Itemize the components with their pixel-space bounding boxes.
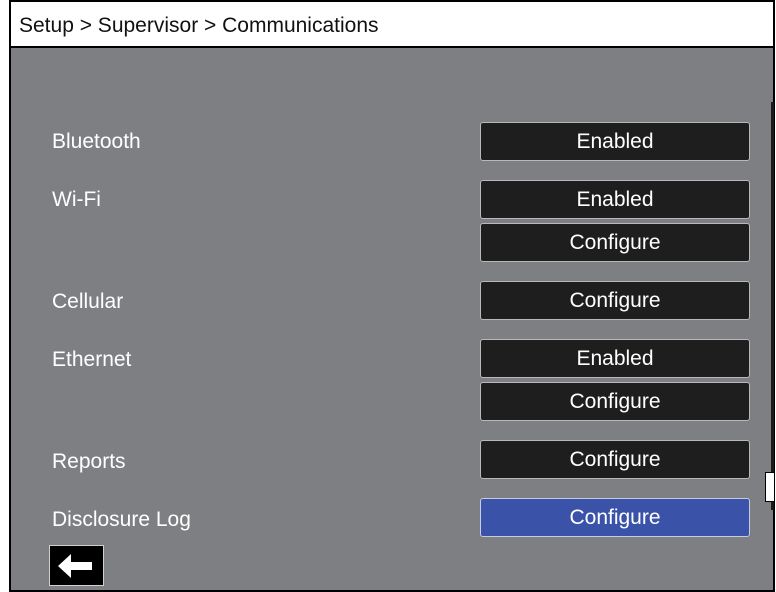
reports-label: Reports bbox=[52, 450, 126, 473]
cellular-configure-button[interactable]: Configure bbox=[480, 281, 750, 320]
wifi-enabled-button[interactable]: Enabled bbox=[480, 180, 750, 219]
wifi-label: Wi-Fi bbox=[52, 188, 101, 211]
reports-configure-button[interactable]: Configure bbox=[480, 440, 750, 479]
cellular-label: Cellular bbox=[52, 290, 124, 313]
bluetooth-label: Bluetooth bbox=[52, 130, 141, 153]
disclosure-log-configure-button[interactable]: Configure bbox=[480, 498, 750, 537]
title-bar: Setup > Supervisor > Communications bbox=[11, 2, 773, 48]
disclosure-log-label: Disclosure Log bbox=[52, 508, 191, 531]
back-button[interactable] bbox=[49, 545, 104, 586]
breadcrumb: Setup > Supervisor > Communications bbox=[19, 14, 379, 37]
arrow-left-icon bbox=[58, 554, 92, 578]
ethernet-label: Ethernet bbox=[52, 348, 132, 371]
scrollbar-thumb[interactable] bbox=[765, 472, 775, 502]
communications-screen: Setup > Supervisor > Communications Blue… bbox=[9, 0, 775, 592]
scrollbar-track[interactable] bbox=[771, 102, 774, 510]
ethernet-enabled-button[interactable]: Enabled bbox=[480, 339, 750, 378]
ethernet-configure-button[interactable]: Configure bbox=[480, 382, 750, 421]
wifi-configure-button[interactable]: Configure bbox=[480, 223, 750, 262]
bluetooth-enabled-button[interactable]: Enabled bbox=[480, 122, 750, 161]
